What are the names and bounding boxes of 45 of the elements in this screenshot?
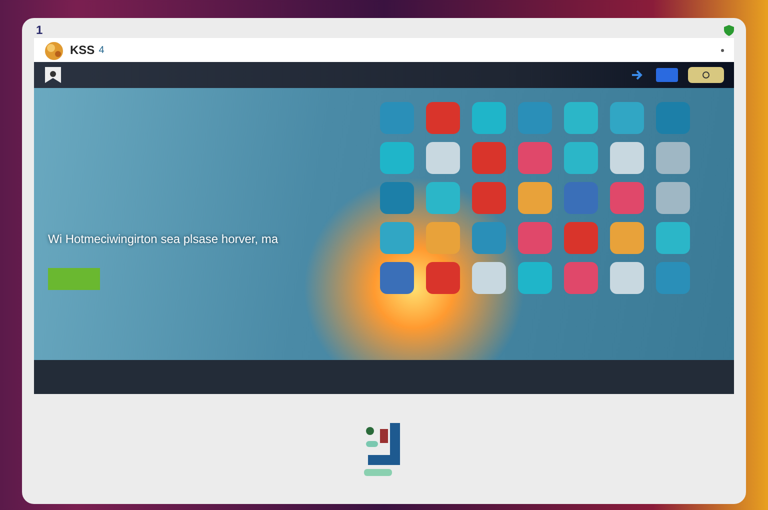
- app-tile[interactable]: [518, 182, 552, 214]
- app-tile[interactable]: [380, 142, 414, 174]
- start-button[interactable]: [48, 268, 100, 290]
- site-name: KSS: [70, 43, 95, 57]
- tab-number: 1: [36, 23, 43, 37]
- app-tile[interactable]: [472, 142, 506, 174]
- app-tile[interactable]: [656, 182, 690, 214]
- logo-icon[interactable]: [44, 66, 62, 84]
- app-tile[interactable]: [564, 222, 598, 254]
- app-tile[interactable]: [564, 102, 598, 134]
- app-tile[interactable]: [472, 102, 506, 134]
- app-tile[interactable]: [518, 102, 552, 134]
- app-tile[interactable]: [656, 102, 690, 134]
- app-tile[interactable]: [426, 222, 460, 254]
- app-tile[interactable]: [518, 262, 552, 294]
- app-tile[interactable]: [380, 182, 414, 214]
- app-tile[interactable]: [380, 262, 414, 294]
- toggle-button[interactable]: [688, 67, 724, 83]
- app-tile[interactable]: [564, 182, 598, 214]
- app-tile[interactable]: [426, 262, 460, 294]
- app-tile[interactable]: [610, 102, 644, 134]
- app-tile[interactable]: [610, 182, 644, 214]
- app-tile[interactable]: [380, 222, 414, 254]
- app-tile[interactable]: [426, 142, 460, 174]
- app-tile[interactable]: [426, 182, 460, 214]
- app-tile[interactable]: [564, 142, 598, 174]
- app-tile[interactable]: [610, 222, 644, 254]
- dot-icon: [721, 48, 724, 52]
- app-tile[interactable]: [472, 222, 506, 254]
- logo-icon: [42, 39, 66, 61]
- app-tile[interactable]: [564, 262, 598, 294]
- app-tile[interactable]: [518, 222, 552, 254]
- app-tile[interactable]: [610, 142, 644, 174]
- app-tile[interactable]: [380, 102, 414, 134]
- app-tile[interactable]: [472, 262, 506, 294]
- app-tile[interactable]: [656, 222, 690, 254]
- app-tile[interactable]: [472, 182, 506, 214]
- shield-icon: [724, 24, 734, 36]
- app-tile[interactable]: [426, 102, 460, 134]
- app-tile[interactable]: [610, 262, 644, 294]
- app-tile[interactable]: [518, 142, 552, 174]
- hero-subtitle: Wi Hotmeciwingirton sea plsase horver, ma: [48, 232, 280, 246]
- app-tile[interactable]: [656, 142, 690, 174]
- app-tile[interactable]: [656, 262, 690, 294]
- site-number: 4: [98, 44, 104, 56]
